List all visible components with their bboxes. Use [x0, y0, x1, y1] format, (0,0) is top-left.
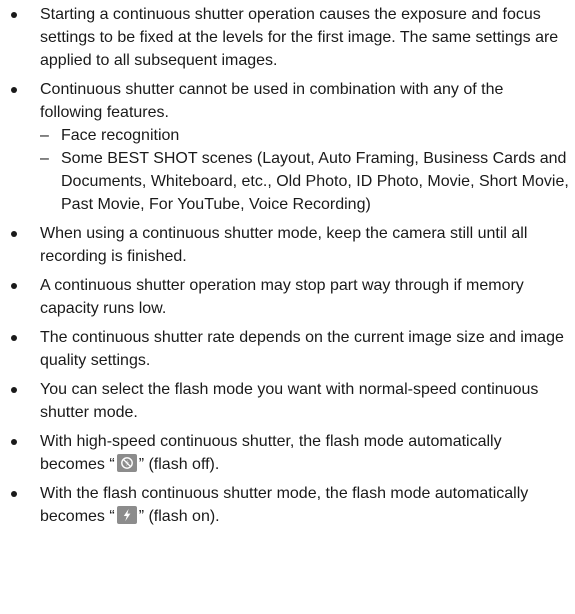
bullet-dot — [11, 283, 17, 289]
bullet-text: You can select the flash mode you want w… — [40, 381, 539, 421]
sub-item-text: Face recognition — [61, 127, 180, 144]
list-item: With high-speed continuous shutter, the … — [0, 430, 575, 476]
list-item: When using a continuous shutter mode, ke… — [0, 222, 575, 268]
dash-marker: – — [40, 127, 49, 144]
list-item: A continuous shutter operation may stop … — [0, 274, 575, 320]
bullet-dot — [11, 387, 17, 393]
bullet-text-after-icon: ” (flash off). — [138, 456, 220, 473]
sub-list-item: – Some BEST SHOT scenes (Layout, Auto Fr… — [40, 147, 569, 216]
bullet-dot — [11, 439, 17, 445]
list-item: With the flash continuous shutter mode, … — [0, 482, 575, 528]
bullet-text: Continuous shutter cannot be used in com… — [40, 81, 504, 121]
bullet-text-before-icon: With high-speed continuous shutter, the … — [40, 433, 502, 473]
bullet-text: When using a continuous shutter mode, ke… — [40, 225, 528, 265]
document-page: Starting a continuous shutter operation … — [0, 3, 575, 534]
bullet-text-after-icon: ” (flash on). — [138, 508, 220, 525]
bullet-dot — [11, 231, 17, 237]
flash-on-icon — [116, 506, 137, 524]
notes-list: Starting a continuous shutter operation … — [0, 3, 575, 528]
list-item: Continuous shutter cannot be used in com… — [0, 78, 575, 216]
bullet-dot — [11, 335, 17, 341]
list-item: Starting a continuous shutter operation … — [0, 3, 575, 72]
bullet-dot — [11, 491, 17, 497]
list-item: The continuous shutter rate depends on t… — [0, 326, 575, 372]
sub-list-item: – Face recognition — [40, 124, 569, 147]
sub-item-text: Some BEST SHOT scenes (Layout, Auto Fram… — [61, 150, 569, 213]
flash-off-icon — [116, 454, 137, 472]
bullet-text: The continuous shutter rate depends on t… — [40, 329, 564, 369]
bullet-text: Starting a continuous shutter operation … — [40, 6, 559, 69]
bullet-text-before-icon: With the flash continuous shutter mode, … — [40, 485, 529, 525]
list-item: You can select the flash mode you want w… — [0, 378, 575, 424]
bullet-dot — [11, 87, 17, 93]
bullet-text: A continuous shutter operation may stop … — [40, 277, 524, 317]
sub-list: – Face recognition – Some BEST SHOT scen… — [40, 124, 569, 216]
bullet-dot — [11, 12, 17, 18]
dash-marker: – — [40, 150, 49, 167]
